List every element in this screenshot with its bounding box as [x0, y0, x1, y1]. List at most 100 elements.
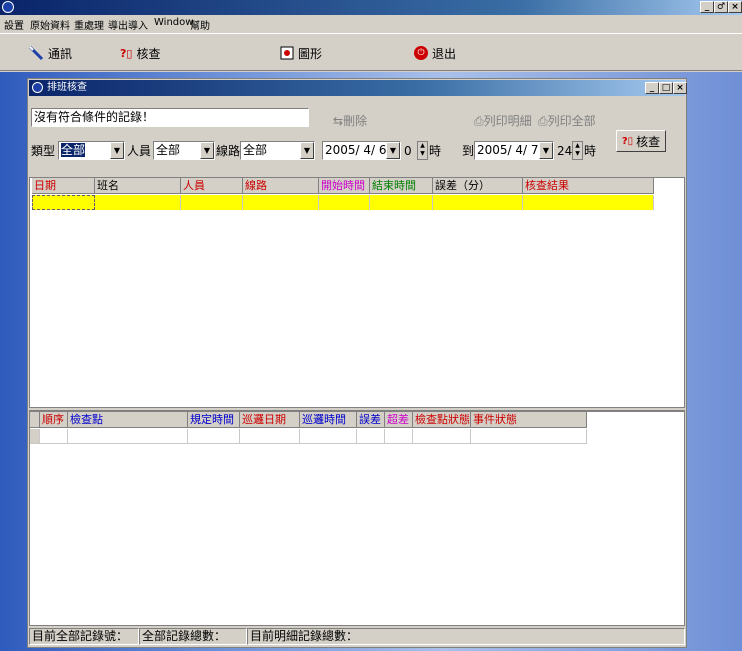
graph-button[interactable]: 圖形: [280, 44, 322, 62]
window-maximize-button[interactable]: □: [659, 82, 673, 94]
person-select[interactable]: 全部 ▼: [153, 141, 215, 160]
from-hour-spinner[interactable]: ▲ ▼: [417, 141, 428, 160]
status-bar: 目前全部記錄號： 全部記錄總數： 目前明細記錄總數：: [29, 627, 685, 646]
menu-bar: 設置 原始資料 重處理 導出導入 Window 幫助: [0, 15, 742, 33]
type-value: 全部: [61, 143, 86, 157]
to-hour-value[interactable]: 24: [557, 142, 572, 161]
app-close-button[interactable]: ×: [728, 1, 742, 13]
col-date[interactable]: 日期: [32, 178, 95, 194]
grid-cell[interactable]: [300, 429, 357, 444]
window-icon: [32, 82, 43, 93]
chevron-down-icon[interactable]: ▼: [539, 142, 553, 159]
wand-icon: [28, 45, 44, 61]
check-button-label: 核查: [636, 134, 661, 149]
col-check-result[interactable]: 核查結果: [523, 178, 654, 194]
route-value: 全部: [243, 143, 268, 157]
from-hour-value[interactable]: 0: [404, 142, 412, 161]
grid-cell[interactable]: [523, 195, 654, 210]
grid-cell[interactable]: [357, 429, 385, 444]
col-scheduled-time[interactable]: 規定時間: [188, 412, 240, 428]
col-error-minutes[interactable]: 誤差（分）: [433, 178, 523, 194]
col-route[interactable]: 線路: [243, 178, 319, 194]
grid-cell[interactable]: [471, 429, 587, 444]
grid-cell-selected[interactable]: [32, 195, 95, 210]
person-value: 全部: [156, 143, 181, 157]
grid-cell[interactable]: [370, 195, 433, 210]
schedule-check-window: 排班核查 _ □ × 沒有符合條件的記錄！ ⇆刪除 ⎙列印明細 ⎙列印全部 ?▯…: [27, 78, 687, 648]
grid-cell[interactable]: [181, 195, 243, 210]
to-hour-unit: 時: [584, 144, 597, 158]
comm-button[interactable]: 通訊: [28, 44, 72, 62]
menu-import-export[interactable]: 導出導入: [108, 17, 148, 32]
to-date-picker[interactable]: 2005/ 4/ 7 ▼: [474, 141, 554, 160]
comm-label: 通訊: [48, 46, 73, 61]
chevron-down-icon[interactable]: ▼: [300, 142, 314, 159]
type-select[interactable]: 全部 ▼: [58, 141, 125, 160]
col-event-status[interactable]: 事件狀態: [471, 412, 587, 428]
col-over-limit[interactable]: 超差: [385, 412, 413, 428]
from-date-picker[interactable]: 2005/ 4/ 6 ▼: [322, 141, 401, 160]
app-restore-button[interactable]: ♂: [714, 1, 728, 13]
chevron-down-icon[interactable]: ▼: [110, 142, 124, 159]
app-title-bar: _ ♂ ×: [0, 0, 742, 15]
window-title-bar[interactable]: 排班核查 _ □ ×: [29, 80, 687, 96]
grid-cell[interactable]: [95, 195, 181, 210]
window-title: 排班核查: [47, 82, 87, 93]
window-minimize-button[interactable]: _: [645, 82, 659, 94]
row-header-corner: [30, 412, 40, 428]
exit-button[interactable]: ⏻ 退出: [414, 44, 456, 62]
app-icon: [2, 1, 14, 13]
col-error[interactable]: 誤差: [357, 412, 385, 428]
window-close-button[interactable]: ×: [673, 82, 687, 94]
grid-cell[interactable]: [68, 429, 188, 444]
status-total-records: 全部記錄總數：: [139, 628, 247, 645]
message-field: 沒有符合條件的記錄！: [31, 108, 309, 127]
col-patrol-time[interactable]: 巡邏時間: [300, 412, 357, 428]
app-minimize-button[interactable]: _: [700, 1, 714, 13]
grid-cell[interactable]: [413, 429, 471, 444]
person-label: 人員: [127, 144, 152, 158]
status-current-record: 目前全部記錄號：: [29, 628, 139, 645]
route-select[interactable]: 全部 ▼: [240, 141, 315, 160]
col-end-time[interactable]: 結束時間: [370, 178, 433, 194]
menu-reprocess[interactable]: 重處理: [74, 17, 104, 32]
row-header[interactable]: [30, 429, 40, 444]
menu-help[interactable]: 幫助: [190, 17, 210, 32]
col-checkpoint-status[interactable]: 檢查點狀態: [413, 412, 471, 428]
schedule-grid[interactable]: 日期 班名 人員 線路 開始時間 結束時間 誤差（分） 核查結果: [29, 177, 685, 408]
menu-window[interactable]: Window: [154, 17, 193, 28]
exit-label: 退出: [432, 46, 457, 61]
grid-cell[interactable]: [319, 195, 370, 210]
chevron-down-icon[interactable]: ▼: [386, 142, 400, 159]
chevron-down-icon[interactable]: ▼: [200, 142, 214, 159]
grid-cell[interactable]: [240, 429, 300, 444]
menu-settings[interactable]: 設置: [4, 17, 24, 32]
col-sequence[interactable]: 順序: [40, 412, 68, 428]
grid-cell[interactable]: [40, 429, 68, 444]
delete-label: 刪除: [343, 114, 368, 128]
grid-cell[interactable]: [243, 195, 319, 210]
print-detail-label: 列印明細: [483, 114, 532, 128]
graph-label: 圖形: [298, 46, 323, 61]
col-shift-name[interactable]: 班名: [95, 178, 181, 194]
col-patrol-date[interactable]: 巡邏日期: [240, 412, 300, 428]
col-checkpoint[interactable]: 檢查點: [68, 412, 188, 428]
to-hour-spinner[interactable]: ▲ ▼: [572, 141, 583, 160]
grid-cell[interactable]: [188, 429, 240, 444]
route-label: 線路: [216, 144, 241, 158]
print-all-button[interactable]: ⎙列印全部: [538, 112, 596, 129]
check-label: 核查: [136, 46, 161, 61]
check-button[interactable]: ?▯ 核查: [120, 44, 160, 62]
grid-cell[interactable]: [433, 195, 523, 210]
from-date-value: 2005/ 4/ 6: [325, 143, 387, 157]
menu-raw-data[interactable]: 原始資料: [30, 17, 70, 32]
check-button[interactable]: ?▯ 核查: [616, 130, 666, 152]
col-start-time[interactable]: 開始時間: [319, 178, 370, 194]
print-detail-button[interactable]: ⎙列印明細: [474, 112, 532, 129]
query-icon: ?▯: [120, 46, 133, 60]
col-person[interactable]: 人員: [181, 178, 243, 194]
delete-button[interactable]: ⇆刪除: [333, 112, 367, 129]
grid-cell[interactable]: [385, 429, 413, 444]
to-label: 到: [462, 144, 475, 158]
detail-grid[interactable]: 順序 檢查點 規定時間 巡邏日期 巡邏時間 誤差 超差 檢查點狀態 事件狀態: [29, 411, 685, 626]
